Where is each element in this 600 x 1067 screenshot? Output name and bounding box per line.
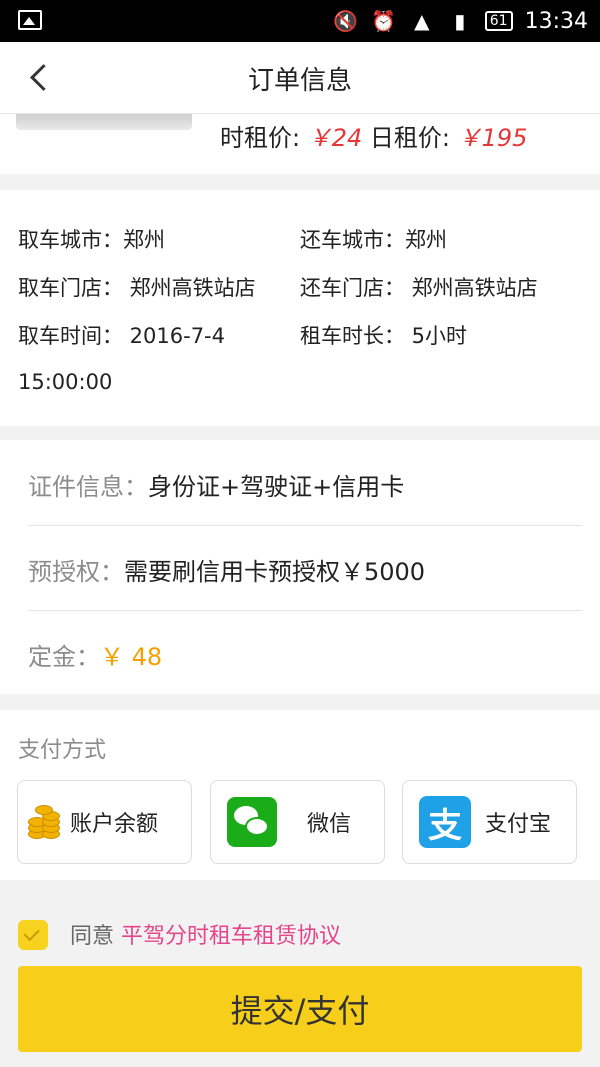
pay-wechat-label: 微信	[307, 812, 352, 837]
clock: 13:34	[524, 8, 588, 34]
return-store: 还车门店： 郑州高铁站店	[300, 276, 538, 300]
pickup-city: 取车城市：郑州	[18, 228, 165, 252]
signal-icon: ▮	[454, 9, 466, 33]
daily-price-label: 日租价:	[362, 124, 458, 152]
pickup-store: 取车门店： 郑州高铁站店	[18, 276, 256, 300]
alarm-icon: ⏰	[371, 9, 397, 33]
status-bar: 🔇 ⏰ ▲ ▮ 61 13:34	[0, 0, 600, 42]
divider	[28, 610, 582, 611]
pickup-time-continued: 15:00:00	[18, 370, 113, 394]
header-bar: 订单信息	[0, 42, 600, 114]
submit-pay-button[interactable]: 提交/支付	[18, 966, 582, 1052]
price-line: 时租价: ￥24 日租价: ￥195	[220, 118, 527, 153]
coins-icon	[24, 799, 64, 845]
status-icons: 🔇 ⏰ ▲ ▮ 61 13:34	[333, 0, 588, 42]
agreement-link[interactable]: 平驾分时租车租赁协议	[121, 924, 341, 949]
daily-price-value: ￥195	[457, 124, 528, 152]
hourly-price-value: ￥24	[307, 124, 363, 152]
pay-balance-label: 账户余额	[70, 812, 159, 837]
pay-balance-button[interactable]: 账户余额	[17, 780, 192, 864]
wifi-icon: ▲	[414, 9, 430, 33]
agreement-row: 同意 平驾分时租车租赁协议	[0, 910, 600, 958]
gallery-notification-icon	[18, 10, 42, 30]
preauth-label: 预授权：	[28, 557, 124, 586]
car-image	[16, 114, 192, 130]
deposit-row: 定金： ￥ 48	[0, 612, 600, 696]
agree-checkbox[interactable]	[18, 920, 48, 950]
agreement-text: 同意 平驾分时租车租赁协议	[70, 918, 341, 950]
requirements-section: 证件信息： 身份证+驾驶证+信用卡 预授权： 需要刷信用卡预授权￥5000 定金…	[0, 440, 600, 694]
preauth-row: 预授权： 需要刷信用卡预授权￥5000	[0, 527, 600, 611]
deposit-value: ￥ 48	[100, 642, 163, 671]
wechat-icon	[227, 797, 277, 847]
car-price-section: 时租价: ￥24 日租价: ￥195	[0, 114, 600, 174]
divider	[28, 525, 582, 526]
id-docs-row: 证件信息： 身份证+驾驶证+信用卡	[0, 442, 600, 526]
pay-alipay-label: 支付宝	[485, 812, 552, 837]
mute-icon: 🔇	[333, 9, 359, 33]
id-docs-value: 身份证+驾驶证+信用卡	[148, 472, 405, 501]
payment-title: 支付方式	[18, 738, 107, 763]
pickup-time: 取车时间： 2016-7-4	[18, 324, 225, 348]
deposit-label: 定金：	[28, 642, 100, 671]
rental-info-section: 取车城市：郑州 还车城市：郑州 取车门店： 郑州高铁站店 还车门店： 郑州高铁站…	[0, 190, 600, 426]
agreement-prefix: 同意	[70, 924, 121, 949]
preauth-value: 需要刷信用卡预授权￥5000	[124, 557, 426, 586]
alipay-icon: 支	[419, 796, 471, 848]
pay-wechat-button[interactable]: 微信	[210, 780, 385, 864]
id-docs-label: 证件信息：	[28, 472, 148, 501]
rental-duration: 租车时长： 5小时	[300, 324, 468, 348]
hourly-price-label: 时租价:	[220, 124, 308, 152]
pay-alipay-button[interactable]: 支 支付宝	[402, 780, 577, 864]
return-city: 还车城市：郑州	[300, 228, 447, 252]
page-title: 订单信息	[247, 66, 352, 96]
payment-section: 支付方式 账户余额 微信 支 支付宝	[0, 710, 600, 880]
battery-indicator: 61	[484, 11, 513, 31]
